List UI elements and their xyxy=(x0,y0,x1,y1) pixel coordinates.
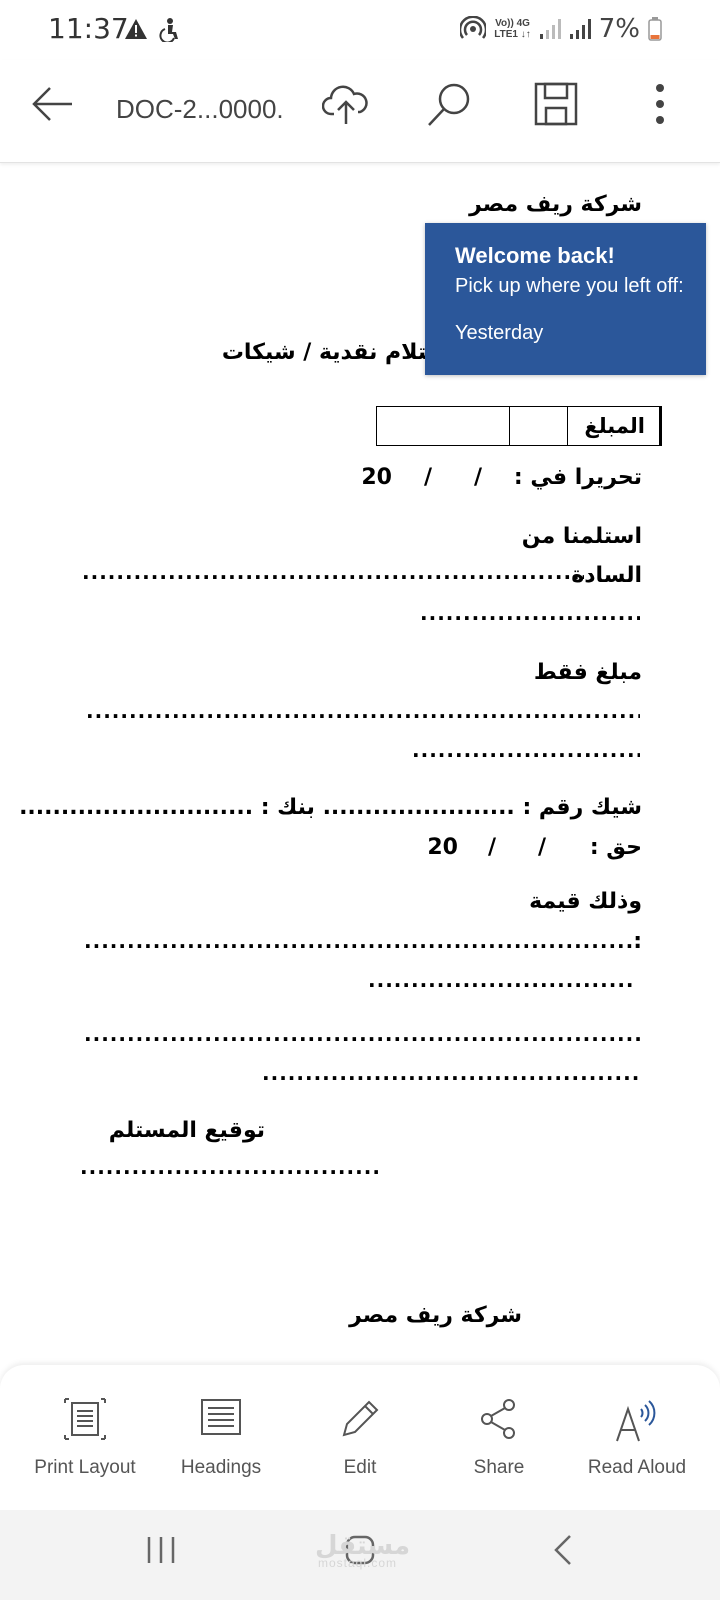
dotted-line: ........................................… xyxy=(84,1022,640,1046)
signal-icon xyxy=(539,19,561,39)
dotted-line: ............................... xyxy=(420,601,640,625)
colon: : xyxy=(633,929,642,954)
value-of-label: وذلك قيمة xyxy=(529,889,642,914)
back-arrow-icon[interactable] xyxy=(30,82,74,126)
amount-cell-2 xyxy=(377,407,509,445)
edit-label: Edit xyxy=(343,1457,377,1478)
signature-label: توقيع المستلم xyxy=(108,1118,265,1143)
company-header: شركة ريف مصر xyxy=(469,192,642,217)
edit-button[interactable]: Edit xyxy=(288,1365,432,1510)
status-notification-icons xyxy=(124,18,180,42)
pencil-icon xyxy=(342,1400,379,1437)
battery-icon xyxy=(648,17,662,41)
warning-icon xyxy=(125,19,147,39)
headings-label: Headings xyxy=(180,1457,262,1478)
welcome-resume-link[interactable]: Yesterday xyxy=(455,322,706,345)
share-button[interactable]: Share xyxy=(427,1365,571,1510)
amount-table: المبلغ xyxy=(376,406,662,446)
cloud-upload-icon[interactable] xyxy=(322,82,370,126)
save-icon[interactable] xyxy=(534,82,578,126)
dotted-line: ........................................… xyxy=(82,560,584,584)
battery-percent: 7% xyxy=(598,14,640,44)
read-aloud-button[interactable]: Read Aloud xyxy=(565,1365,709,1510)
amount-only-label: مبلغ فقط xyxy=(533,660,642,685)
headings-icon xyxy=(201,1399,241,1435)
dotted-line: ............................... xyxy=(368,968,635,992)
read-aloud-label: Read Aloud xyxy=(587,1457,687,1478)
more-vertical-icon[interactable] xyxy=(652,82,668,126)
amount-label: المبلغ xyxy=(584,414,645,438)
welcome-title: Welcome back! xyxy=(455,243,615,268)
date-slash: / xyxy=(473,465,482,490)
watermark-url: mostaql.com xyxy=(318,1556,398,1570)
accessibility-icon xyxy=(159,18,178,42)
bottom-toolbar: Print Layout Headings Edit Share Read Al… xyxy=(0,1365,720,1510)
check-bank-line: شيك رقم : ....................... بنك : … xyxy=(19,795,642,820)
status-time: 11:37 xyxy=(48,12,129,45)
read-aloud-icon xyxy=(616,1400,656,1442)
amount-cell-1 xyxy=(509,407,567,445)
dotted-line: ........................................… xyxy=(86,699,640,723)
signal-icon xyxy=(569,19,591,39)
share-label: Share xyxy=(473,1457,525,1478)
dotted-line: ........................................… xyxy=(84,929,632,953)
print-layout-label: Print Layout xyxy=(34,1457,136,1478)
network-type-top: Vo)) 4G xyxy=(495,18,530,29)
company-footer: شركة ريف مصر xyxy=(349,1303,522,1328)
dotted-line: ............................... xyxy=(412,738,640,762)
receipt-title: استلام نقدية / شيكات xyxy=(221,340,456,365)
document-title[interactable]: DOC-2...0000. xyxy=(116,94,284,125)
date-slash: / xyxy=(487,835,496,860)
print-layout-icon xyxy=(64,1398,106,1440)
amount-label-cell: المبلغ xyxy=(567,407,659,445)
status-bar: 11:37 Vo)) 4G LTE1 ↓↑ 7% xyxy=(0,0,720,60)
back-icon[interactable] xyxy=(552,1534,574,1566)
hotspot-icon xyxy=(460,16,487,39)
network-type-bottom: LTE1 ↓↑ xyxy=(494,29,531,40)
due-label: حق : xyxy=(589,835,642,860)
welcome-subtitle: Pick up where you left off: xyxy=(455,275,684,297)
date-slash: / xyxy=(537,835,546,860)
headings-button[interactable]: Headings xyxy=(149,1365,293,1510)
app-bar: DOC-2...0000. xyxy=(0,60,720,163)
date-slash: / xyxy=(423,465,432,490)
date-year: 20 xyxy=(361,465,392,490)
search-icon[interactable] xyxy=(426,82,472,128)
signature-dotted-line: ........................................… xyxy=(80,1155,380,1179)
status-system-icons: Vo)) 4G LTE1 ↓↑ 7% xyxy=(460,14,662,44)
welcome-back-popup[interactable]: Welcome back! Pick up where you left off… xyxy=(425,223,706,375)
network-type: Vo)) 4G LTE1 ↓↑ xyxy=(494,18,530,40)
received-from-label: استلمنا من xyxy=(521,524,642,549)
share-icon xyxy=(481,1399,515,1439)
print-layout-button[interactable]: Print Layout xyxy=(13,1365,157,1510)
date-year: 20 xyxy=(427,835,458,860)
dotted-line: ........................................… xyxy=(262,1061,640,1085)
dated-label: تحريرا في : xyxy=(513,465,642,490)
recents-icon[interactable] xyxy=(146,1534,176,1566)
